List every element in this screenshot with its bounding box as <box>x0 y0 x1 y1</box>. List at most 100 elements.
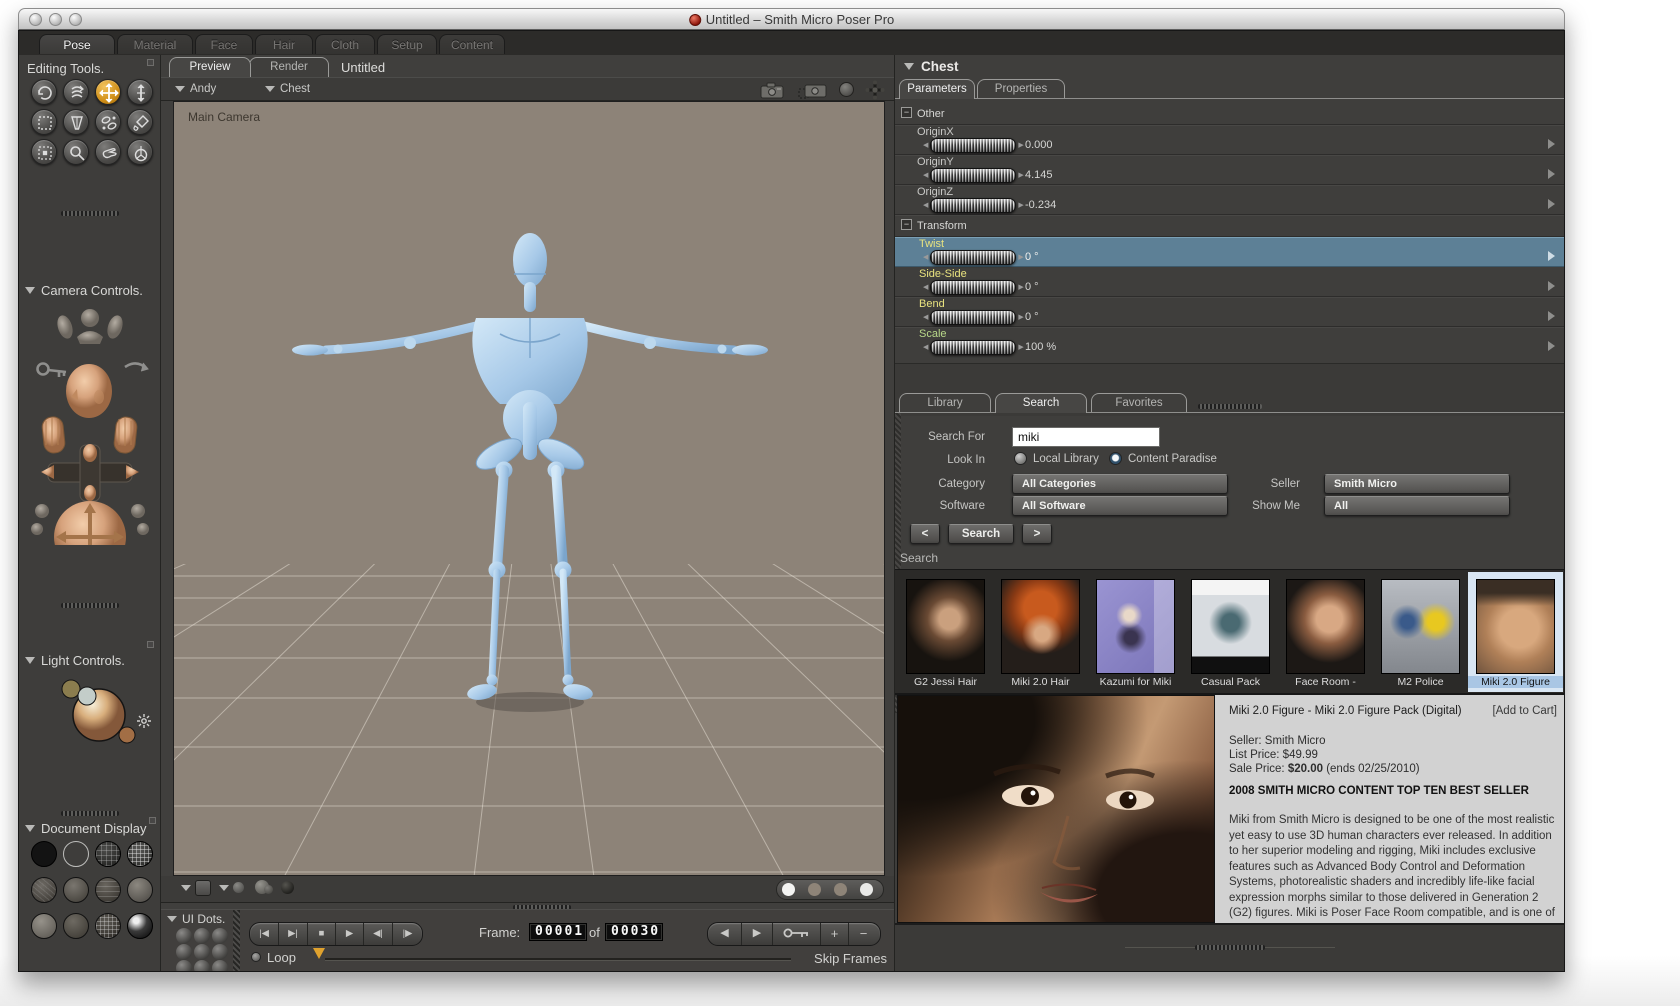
scale-tool-icon[interactable] <box>31 109 57 135</box>
result-item[interactable]: Face Room - <box>1278 572 1373 692</box>
ui-dot[interactable] <box>212 928 228 944</box>
total-frames-field[interactable]: 00030 <box>605 923 664 941</box>
taper-tool-icon[interactable] <box>63 109 89 135</box>
ui-dot[interactable] <box>194 944 210 960</box>
param-dial[interactable]: ◀ ▶ <box>923 340 1024 355</box>
end-frame-button[interactable]: ▶| <box>279 923 308 945</box>
seller-dropdown[interactable]: Smith Micro <box>1324 474 1510 494</box>
delete-keyframe-button[interactable]: − <box>849 923 878 945</box>
loop-toggle[interactable] <box>251 952 261 962</box>
edit-keyframes-button[interactable] <box>773 923 821 945</box>
step-forward-button[interactable]: |▶ <box>393 923 422 945</box>
ui-dots-header[interactable]: UI Dots. <box>167 912 225 926</box>
ui-dot[interactable] <box>194 928 210 944</box>
stop-button[interactable]: ■ <box>308 923 336 945</box>
style-dot-icon[interactable] <box>782 883 795 896</box>
panel-resize-handle[interactable] <box>61 603 119 608</box>
panel-resize-handle[interactable] <box>61 211 119 216</box>
timeline-track[interactable] <box>325 958 791 960</box>
tab-material[interactable]: Material <box>117 34 193 54</box>
param-row-twist-selected[interactable]: Twist ◀ ▶ 0 ° <box>895 237 1564 267</box>
result-item[interactable]: M2 Police <box>1373 572 1468 692</box>
display-smooth-shaded-icon[interactable] <box>127 877 153 903</box>
camera-select-icon[interactable] <box>798 81 828 99</box>
camera-icon[interactable] <box>759 81 785 99</box>
prev-keyframe-button[interactable]: ◀ <box>708 923 742 945</box>
step-back-button[interactable]: ◀| <box>364 923 393 945</box>
result-item[interactable]: Casual Pack <box>1183 572 1278 692</box>
display-wireframe-icon[interactable] <box>95 841 121 867</box>
tab-preview[interactable]: Preview <box>169 57 251 77</box>
document-display-header[interactable]: Document Display <box>25 821 147 836</box>
software-dropdown[interactable]: All Software <box>1012 496 1228 516</box>
param-value[interactable]: 4.145 <box>1025 169 1053 181</box>
tab-content[interactable]: Content <box>439 34 505 54</box>
prev-page-button[interactable]: < <box>910 524 940 544</box>
style-dot-icon[interactable] <box>808 883 821 896</box>
light-controls-header[interactable]: Light Controls. <box>25 653 125 668</box>
tab-properties[interactable]: Properties <box>977 79 1065 99</box>
minimize-button[interactable] <box>49 13 62 26</box>
tab-favorites[interactable]: Favorites <box>1091 393 1187 413</box>
search-button[interactable]: Search <box>948 524 1014 544</box>
title-bar[interactable]: Untitled – Smith Micro Poser Pro <box>18 8 1565 30</box>
figure-andy[interactable] <box>292 233 768 702</box>
param-value[interactable]: -0.234 <box>1025 199 1056 211</box>
display-texture-wire-icon[interactable] <box>95 913 121 939</box>
result-item[interactable]: Kazumi for Miki <box>1088 572 1183 692</box>
display-flat-shaded-icon[interactable] <box>63 877 89 903</box>
display-smooth-lined-icon[interactable] <box>31 913 57 939</box>
display-lit-wireframe-icon[interactable] <box>31 877 57 903</box>
translate-tool-icon[interactable] <box>95 79 121 105</box>
next-keyframe-button[interactable]: ▶ <box>742 923 773 945</box>
display-cartoon-icon[interactable] <box>63 913 89 939</box>
ui-dot[interactable] <box>212 944 228 960</box>
param-menu-arrow-icon[interactable] <box>1548 251 1555 261</box>
current-frame-field[interactable]: 00001 <box>529 923 588 941</box>
ui-dot[interactable] <box>194 960 210 971</box>
tab-setup[interactable]: Setup <box>377 34 437 54</box>
param-value[interactable]: 0 ° <box>1025 311 1039 323</box>
first-frame-button[interactable]: |◀ <box>250 923 279 945</box>
panel-resize-handle[interactable] <box>1195 945 1265 950</box>
figure-selector[interactable]: Andy <box>175 83 216 95</box>
add-keyframe-button[interactable]: + <box>821 923 849 945</box>
display-texture-shaded-icon[interactable] <box>127 913 153 939</box>
style-dot-icon[interactable] <box>834 883 847 896</box>
param-value[interactable]: 0 ° <box>1025 281 1039 293</box>
tab-parameters[interactable]: Parameters <box>899 79 975 99</box>
param-dial[interactable]: ◀ ▶ <box>923 310 1024 325</box>
play-button[interactable]: ▶ <box>336 923 364 945</box>
add-to-cart-link[interactable]: [Add to Cart] <box>1492 705 1557 717</box>
param-menu-arrow-icon[interactable] <box>1548 281 1555 291</box>
footer-dropdown-triangle-icon[interactable] <box>181 885 191 891</box>
panel-resize-handle[interactable] <box>1198 404 1262 409</box>
trackball-mini-icon[interactable] <box>839 82 854 97</box>
ui-dot[interactable] <box>212 960 228 971</box>
depth-cue-button[interactable] <box>195 880 211 896</box>
close-button[interactable] <box>29 13 42 26</box>
actor-header[interactable]: Chest <box>904 59 959 74</box>
translate-in-out-tool-icon[interactable] <box>127 79 153 105</box>
rotate-tool-icon[interactable] <box>31 79 57 105</box>
param-menu-arrow-icon[interactable] <box>1548 311 1555 321</box>
next-page-button[interactable]: > <box>1022 524 1052 544</box>
color-tool-icon[interactable] <box>127 109 153 135</box>
style-dot-icon[interactable] <box>860 883 873 896</box>
skip-frames-label[interactable]: Skip Frames <box>791 951 887 966</box>
tracking-sphere-icon[interactable] <box>233 882 244 893</box>
display-silhouette-icon[interactable] <box>31 841 57 867</box>
display-outline-icon[interactable] <box>63 841 89 867</box>
ui-dot[interactable] <box>176 928 192 944</box>
param-dial[interactable]: ◀ ▶ <box>923 198 1024 213</box>
camera-controls-header[interactable]: Camera Controls. <box>25 283 143 298</box>
tab-search[interactable]: Search <box>995 393 1087 413</box>
twist-tool-icon[interactable] <box>63 79 89 105</box>
param-dial[interactable]: ◀ ▶ <box>923 250 1024 265</box>
result-item-selected[interactable]: Miki 2.0 Figure <box>1468 572 1563 692</box>
four-way-jack-icon[interactable] <box>865 80 885 100</box>
param-menu-arrow-icon[interactable] <box>1548 139 1555 149</box>
param-dial[interactable]: ◀ ▶ <box>923 280 1024 295</box>
ui-dot[interactable] <box>176 944 192 960</box>
grouping-tool-icon[interactable] <box>31 139 57 165</box>
